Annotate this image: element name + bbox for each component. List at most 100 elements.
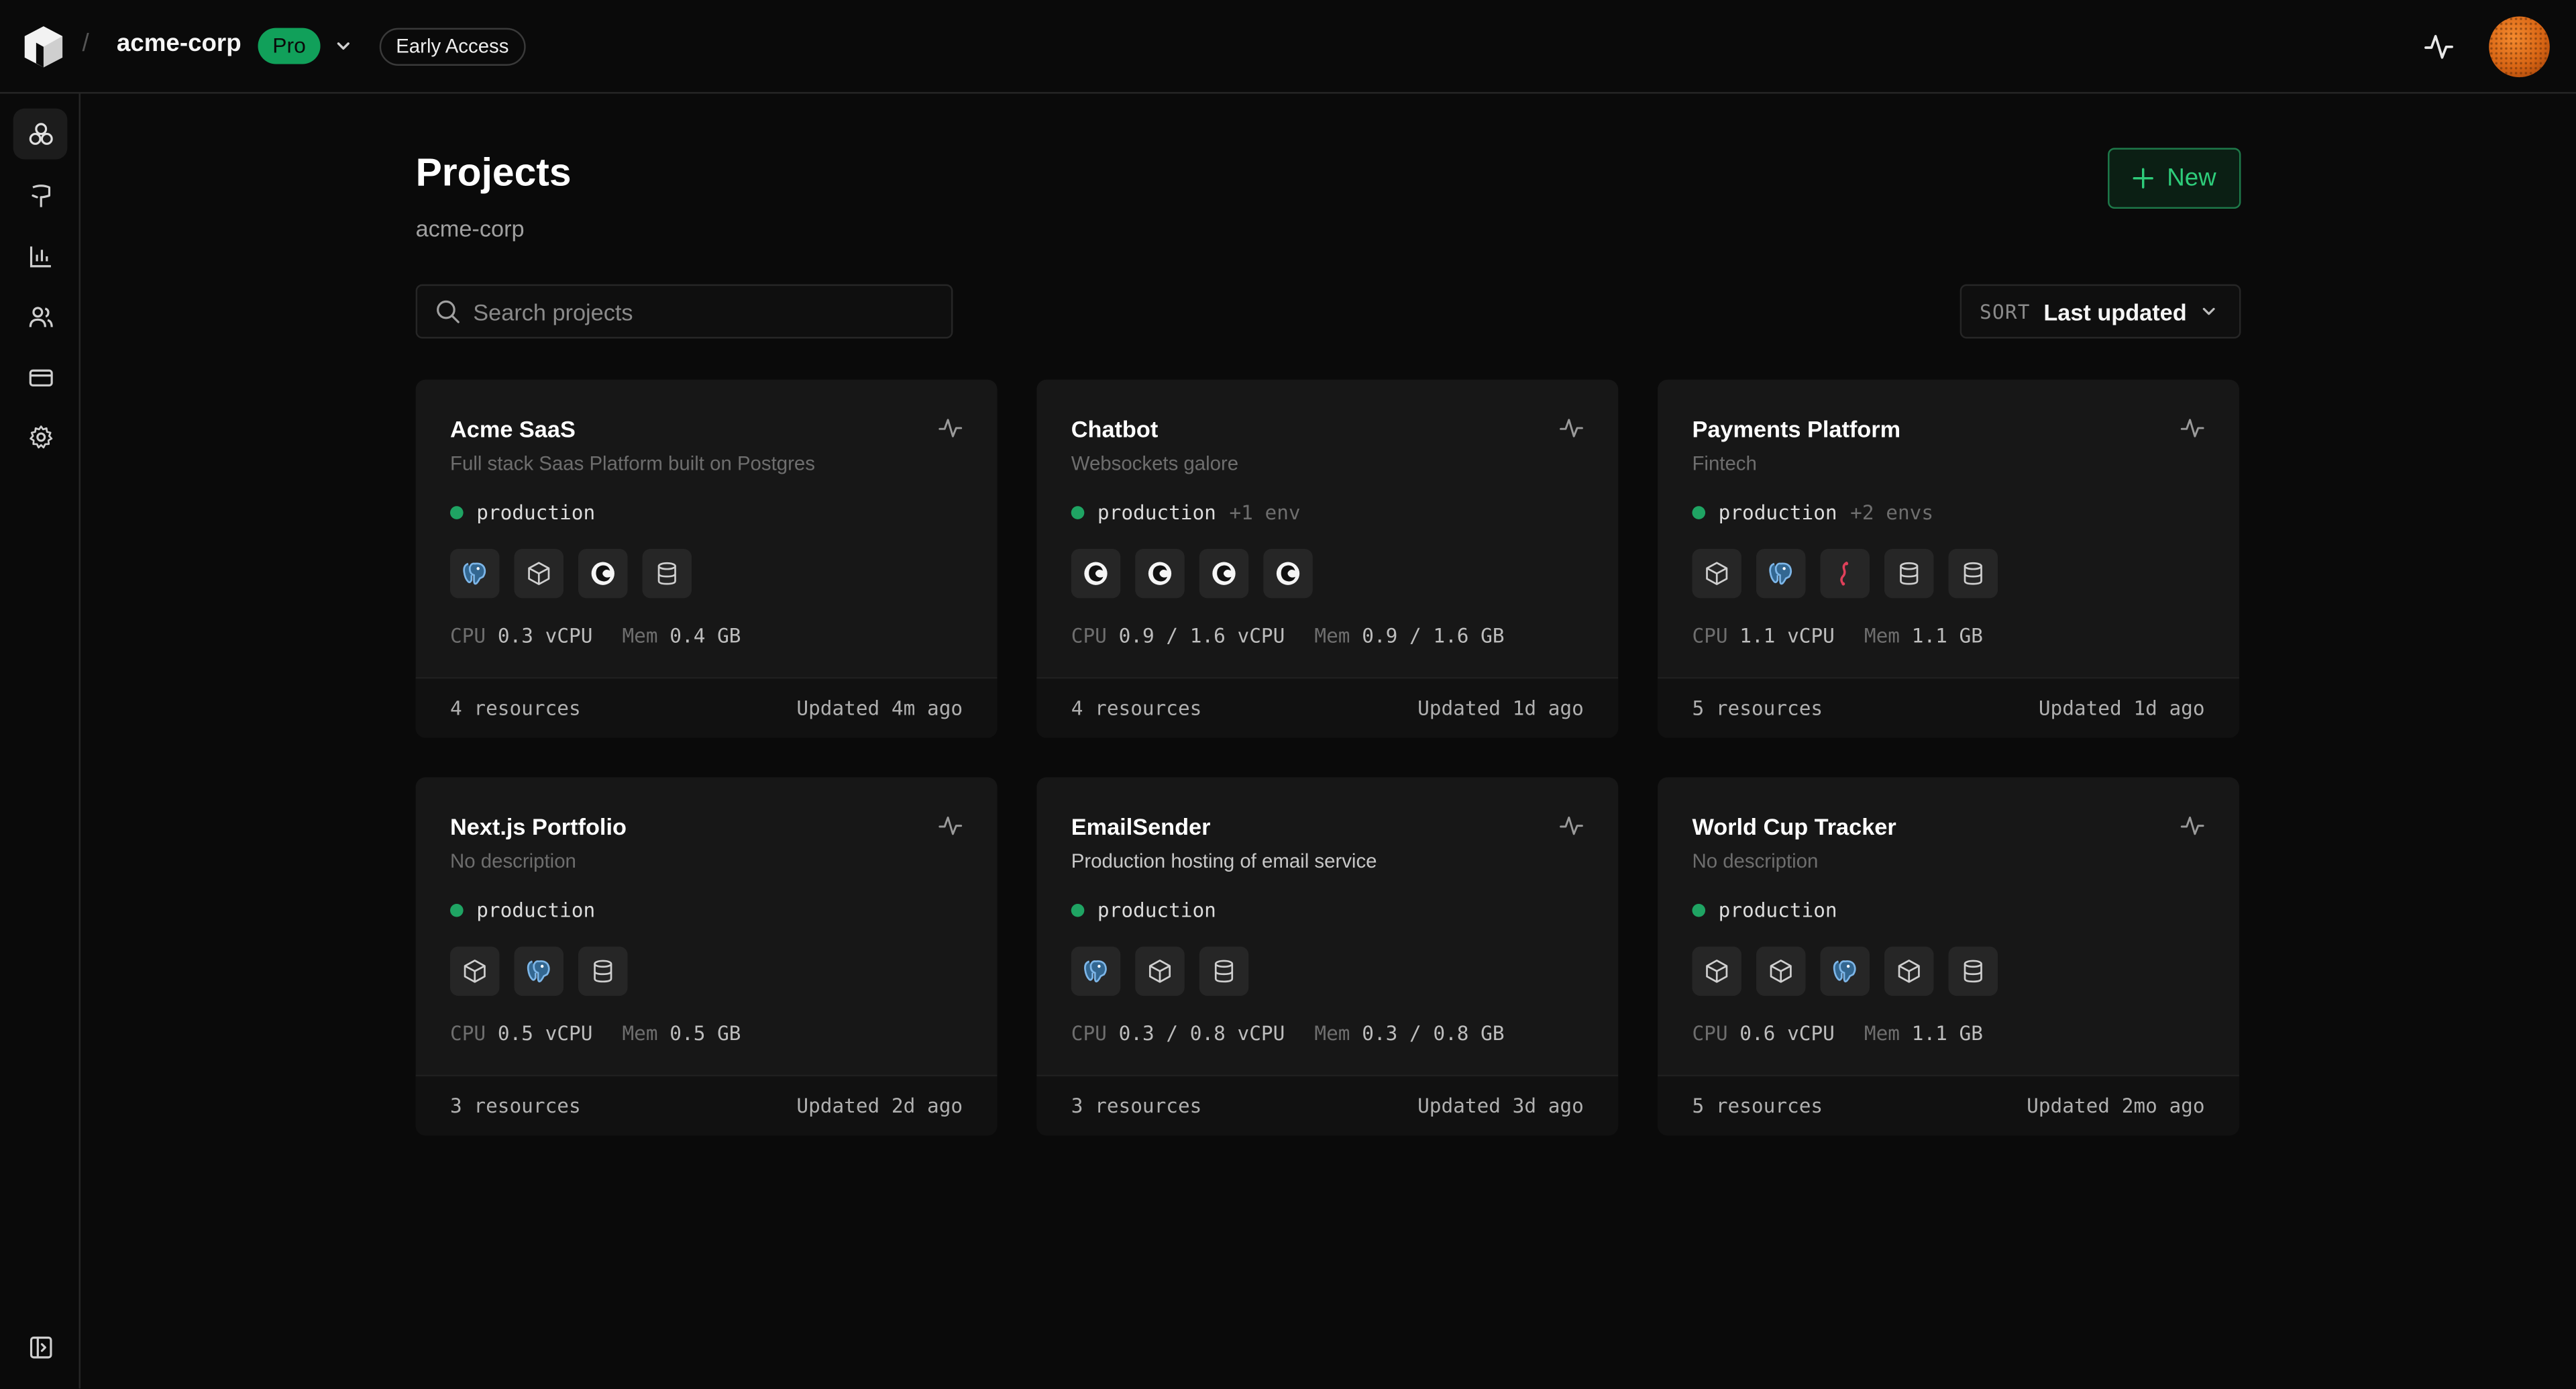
cpu-value: 0.9 / 1.6 vCPU <box>1118 624 1285 648</box>
postgres-icon[interactable] <box>1071 946 1121 996</box>
project-card[interactable]: Chatbot Websockets galore production +1 … <box>1036 379 1619 738</box>
project-description: Full stack Saas Platform built on Postgr… <box>450 452 815 475</box>
sidebar <box>0 93 81 1389</box>
chevron-down-icon <box>2202 307 2215 315</box>
sidebar-item-settings[interactable] <box>13 411 68 462</box>
service-icon[interactable] <box>1692 548 1741 599</box>
org-name[interactable]: acme-corp <box>117 30 241 58</box>
activity-icon[interactable] <box>2180 416 2205 441</box>
status-dot <box>450 506 464 519</box>
resource-stats: CPU 0.3 / 0.8 vCPU Mem 0.3 / 0.8 GB <box>1071 1022 1505 1045</box>
activity-icon[interactable] <box>938 416 963 441</box>
project-card[interactable]: Next.js Portfolio No description product… <box>415 777 998 1136</box>
status-dot <box>1071 506 1085 519</box>
service-icon[interactable] <box>1135 946 1185 996</box>
environment-status[interactable]: production <box>450 501 608 524</box>
resource-stats: CPU 0.6 vCPU Mem 1.1 GB <box>1692 1022 1982 1045</box>
postgres-icon[interactable] <box>514 946 564 996</box>
database-icon[interactable] <box>1948 548 1998 599</box>
sidebar-item-projects[interactable] <box>13 108 68 160</box>
postgres-icon[interactable] <box>450 548 500 599</box>
database-icon[interactable] <box>578 946 628 996</box>
app-icon[interactable] <box>1071 548 1121 599</box>
settings-gear-icon <box>28 424 52 448</box>
service-icon[interactable] <box>514 548 564 599</box>
sort-label: SORT <box>1980 299 2031 323</box>
new-button-label: New <box>2167 164 2216 193</box>
database-icon[interactable] <box>1884 548 1934 599</box>
environment-status[interactable]: production <box>450 899 608 922</box>
service-icon[interactable] <box>450 946 500 996</box>
git-icon <box>31 183 50 207</box>
environment-status[interactable]: production <box>1692 899 1850 922</box>
environment-status[interactable]: production <box>1071 899 1230 922</box>
environment-name: production <box>1718 501 1837 525</box>
project-card[interactable]: World Cup Tracker No description product… <box>1658 777 2239 1136</box>
logo-icon[interactable] <box>23 25 64 69</box>
new-project-button[interactable]: New <box>2108 148 2241 209</box>
project-card[interactable]: EmailSender Production hosting of email … <box>1036 777 1619 1136</box>
postgres-icon[interactable] <box>1820 946 1870 996</box>
sort-select[interactable]: SORT Last updated <box>1960 284 2241 339</box>
service-icon[interactable] <box>1756 946 1806 996</box>
sidebar-item-usage[interactable] <box>13 230 68 281</box>
project-name[interactable]: Acme SaaS <box>450 416 576 442</box>
queue-icon[interactable] <box>1820 548 1870 599</box>
cpu-value: 0.6 vCPU <box>1739 1022 1835 1045</box>
database-icon[interactable] <box>642 548 692 599</box>
environment-extra: +2 envs <box>1850 501 1934 525</box>
cpu-value: 0.3 vCPU <box>497 624 593 648</box>
service-icon[interactable] <box>1692 946 1741 996</box>
project-name[interactable]: World Cup Tracker <box>1692 813 1896 839</box>
app-icon[interactable] <box>1263 548 1313 599</box>
environment-status[interactable]: production +2 envs <box>1692 501 1933 524</box>
activity-icon[interactable] <box>938 813 963 838</box>
environment-status[interactable]: production +1 env <box>1071 501 1301 524</box>
activity-icon[interactable] <box>2180 813 2205 838</box>
resource-icons <box>450 946 628 996</box>
search-icon <box>437 300 460 323</box>
app-icon[interactable] <box>578 548 628 599</box>
activity-icon[interactable] <box>2423 32 2455 63</box>
sidebar-collapse-button[interactable] <box>13 1321 68 1372</box>
resource-count: 3 resources <box>450 1094 581 1118</box>
chevron-down-icon[interactable] <box>333 36 353 56</box>
sidebar-item-team[interactable] <box>13 291 68 342</box>
avatar[interactable] <box>2489 16 2550 78</box>
resource-count: 3 resources <box>1071 1094 1202 1118</box>
card-footer: 3 resources Updated 2d ago <box>415 1074 998 1136</box>
activity-icon[interactable] <box>1559 416 1584 441</box>
sidebar-item-billing[interactable] <box>13 352 68 403</box>
database-icon[interactable] <box>1948 946 1998 996</box>
database-icon[interactable] <box>1199 946 1249 996</box>
status-dot <box>1071 903 1085 917</box>
updated-time: Updated 3d ago <box>1417 1094 1584 1118</box>
project-name[interactable]: EmailSender <box>1071 813 1211 839</box>
activity-icon[interactable] <box>1559 813 1584 838</box>
mem-value: 0.4 GB <box>669 624 741 648</box>
early-access-badge[interactable]: Early Access <box>379 28 525 66</box>
sidebar-item-git[interactable] <box>13 169 68 220</box>
search-input[interactable] <box>473 298 917 325</box>
postgres-icon[interactable] <box>1756 548 1806 599</box>
resource-stats: CPU 1.1 vCPU Mem 1.1 GB <box>1692 625 1982 648</box>
updated-time: Updated 1d ago <box>2038 697 2205 720</box>
resource-count: 5 resources <box>1692 697 1823 720</box>
cpu-label: CPU <box>450 1022 486 1045</box>
app-icon[interactable] <box>1135 548 1185 599</box>
service-icon[interactable] <box>1884 946 1934 996</box>
project-card[interactable]: Acme SaaS Full stack Saas Platform built… <box>415 379 998 738</box>
mem-label: Mem <box>622 1022 658 1045</box>
environment-name: production <box>1097 501 1216 525</box>
mem-label: Mem <box>1864 1022 1900 1045</box>
project-name[interactable]: Chatbot <box>1071 416 1159 442</box>
project-name[interactable]: Next.js Portfolio <box>450 813 627 839</box>
app-icon[interactable] <box>1199 548 1249 599</box>
app-root: / acme-corp Pro Early Access Projects ac… <box>0 0 2576 1389</box>
mem-label: Mem <box>622 624 658 648</box>
cpu-value: 1.1 vCPU <box>1739 624 1835 648</box>
search-box[interactable] <box>415 284 953 339</box>
sort-value: Last updated <box>2043 298 2187 325</box>
project-name[interactable]: Payments Platform <box>1692 416 1900 442</box>
project-card[interactable]: Payments Platform Fintech production +2 … <box>1658 379 2239 738</box>
